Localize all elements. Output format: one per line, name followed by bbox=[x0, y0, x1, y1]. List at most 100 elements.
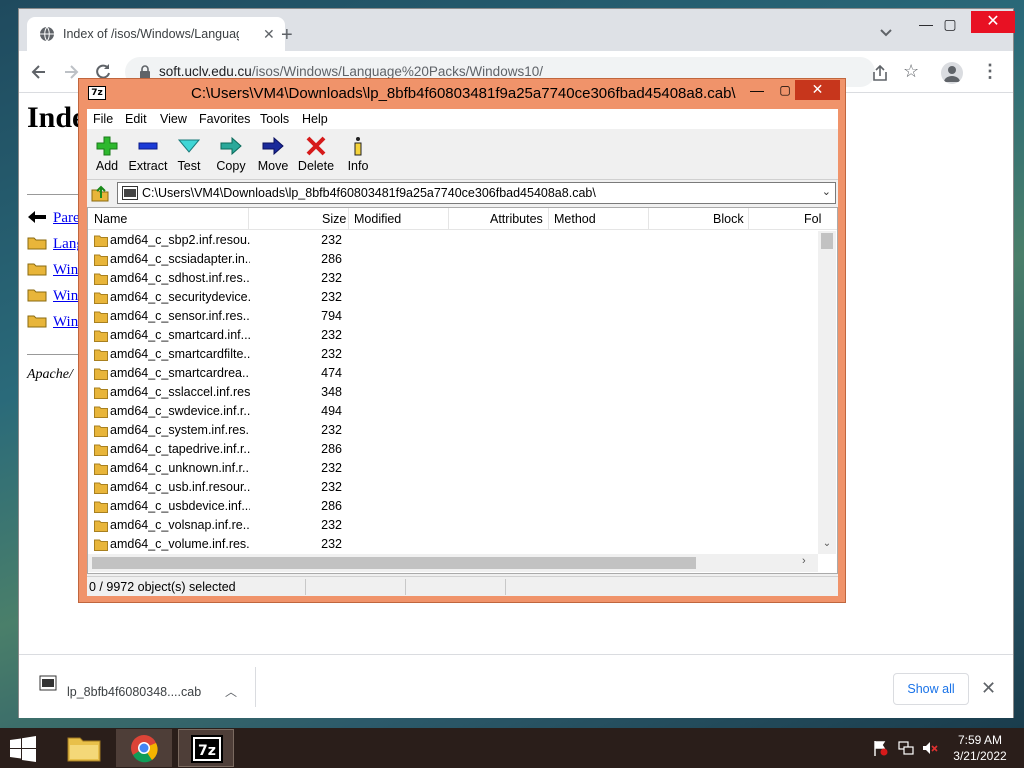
close-icon[interactable]: ✕ bbox=[981, 679, 996, 697]
list-item[interactable]: amd64_c_sbp2.inf.resou... 232 bbox=[88, 231, 818, 250]
column-separator[interactable] bbox=[248, 208, 249, 230]
directory-link[interactable]: Win bbox=[27, 313, 78, 333]
list-item[interactable]: amd64_c_swdevice.inf.r... 494 bbox=[88, 402, 818, 421]
test-button[interactable]: Test bbox=[167, 134, 211, 178]
list-item[interactable]: amd64_c_usbdevice.inf.... 286 bbox=[88, 497, 818, 516]
list-item[interactable]: amd64_c_sslaccel.inf.res... 348 bbox=[88, 383, 818, 402]
list-item[interactable]: amd64_c_system.inf.res... 232 bbox=[88, 421, 818, 440]
menu-bar: File Edit View Favorites Tools Help bbox=[87, 109, 838, 129]
chevron-up-icon[interactable]: ︿ bbox=[225, 683, 237, 700]
file-name: amd64_c_tapedrive.inf.r... bbox=[110, 442, 250, 456]
column-modified[interactable]: Modified bbox=[354, 212, 401, 226]
info-button[interactable]: Info bbox=[336, 134, 380, 178]
column-attributes[interactable]: Attributes bbox=[490, 212, 543, 226]
directory-link[interactable]: Lang bbox=[27, 235, 84, 255]
file-list[interactable]: Name Size Modified Attributes Method Blo… bbox=[87, 207, 838, 574]
path-text: C:\Users\VM4\Downloads\lp_8bfb4f60803481… bbox=[142, 186, 596, 200]
7zip-app-icon[interactable]: 7z bbox=[88, 86, 106, 100]
file-name: amd64_c_usbdevice.inf.... bbox=[110, 499, 250, 513]
back-arrow-icon[interactable] bbox=[29, 62, 49, 82]
new-tab-icon[interactable]: + bbox=[281, 25, 293, 45]
maximize-button[interactable]: ▢ bbox=[935, 13, 965, 37]
list-item[interactable]: amd64_c_volsnap.inf.re... 232 bbox=[88, 516, 818, 535]
menu-favorites[interactable]: Favorites bbox=[199, 112, 250, 126]
move-button[interactable]: Move bbox=[251, 134, 295, 178]
show-all-button[interactable]: Show all bbox=[893, 673, 969, 705]
list-item[interactable]: amd64_c_sdhost.inf.res... 232 bbox=[88, 269, 818, 288]
download-item-name[interactable]: lp_8bfb4f6080348....cab bbox=[67, 685, 201, 699]
network-icon[interactable] bbox=[898, 740, 914, 756]
clock-date[interactable]: 3/21/2022 bbox=[950, 749, 1010, 763]
volume-muted-icon[interactable] bbox=[922, 740, 938, 756]
lock-icon[interactable] bbox=[139, 65, 151, 79]
folder-icon bbox=[94, 254, 108, 266]
copy-button[interactable]: Copy bbox=[209, 134, 253, 178]
scroll-right-icon[interactable]: › bbox=[802, 555, 806, 567]
checkmark-icon bbox=[178, 139, 200, 153]
column-separator[interactable] bbox=[448, 208, 449, 230]
column-name[interactable]: Name bbox=[94, 212, 127, 226]
list-item[interactable]: amd64_c_smartcardfilte... 232 bbox=[88, 345, 818, 364]
bookmark-star-icon[interactable]: ☆ bbox=[903, 61, 919, 81]
delete-button[interactable]: Delete bbox=[294, 134, 338, 178]
menu-help[interactable]: Help bbox=[302, 112, 328, 126]
folder-icon bbox=[94, 235, 108, 247]
list-item[interactable]: amd64_c_smartcardrea... 474 bbox=[88, 364, 818, 383]
chevron-down-icon[interactable]: ⌄ bbox=[822, 185, 831, 198]
vertical-scrollbar[interactable]: ⌄ bbox=[818, 231, 836, 554]
scroll-down-icon[interactable]: ⌄ bbox=[818, 538, 836, 554]
windows-start-icon[interactable] bbox=[8, 736, 38, 762]
column-size[interactable]: Size bbox=[322, 212, 346, 226]
info-icon bbox=[354, 137, 362, 156]
kebab-menu-icon[interactable]: ⋮ bbox=[981, 61, 999, 81]
url-host: soft.uclv.edu.cu bbox=[159, 64, 252, 79]
column-block[interactable]: Block bbox=[713, 212, 744, 226]
browser-tab[interactable]: Index of /isos/Windows/Languag ✕ bbox=[27, 17, 285, 51]
extract-button[interactable]: Extract bbox=[126, 134, 170, 178]
column-separator[interactable] bbox=[548, 208, 549, 230]
list-item[interactable]: amd64_c_sensor.inf.res... 794 bbox=[88, 307, 818, 326]
7zip-titlebar[interactable]: 7z C:\Users\VM4\Downloads\lp_8bfb4f60803… bbox=[79, 79, 845, 107]
add-button[interactable]: Add bbox=[85, 134, 129, 178]
taskbar-file-explorer[interactable] bbox=[56, 729, 112, 767]
close-button[interactable]: ✕ bbox=[795, 80, 840, 100]
tab-close-icon[interactable]: ✕ bbox=[263, 25, 275, 43]
list-item[interactable]: amd64_c_securitydevice... 232 bbox=[88, 288, 818, 307]
directory-link[interactable]: Win bbox=[27, 261, 78, 281]
7zip-client-area: File Edit View Favorites Tools Help Add … bbox=[87, 109, 838, 596]
list-item[interactable]: amd64_c_volume.inf.res... 232 bbox=[88, 535, 818, 554]
list-item[interactable]: amd64_c_tapedrive.inf.r... 286 bbox=[88, 440, 818, 459]
minimize-button[interactable]: — bbox=[743, 81, 771, 101]
action-center-flag-icon[interactable] bbox=[872, 740, 888, 756]
folder-icon bbox=[94, 349, 108, 361]
column-folders[interactable]: Fol bbox=[804, 212, 821, 226]
column-method[interactable]: Method bbox=[554, 212, 596, 226]
menu-tools[interactable]: Tools bbox=[260, 112, 289, 126]
taskbar-chrome[interactable] bbox=[116, 729, 172, 767]
path-combobox[interactable]: C:\Users\VM4\Downloads\lp_8bfb4f60803481… bbox=[117, 182, 836, 204]
list-item[interactable]: amd64_c_unknown.inf.r... 232 bbox=[88, 459, 818, 478]
clock-time[interactable]: 7:59 AM bbox=[950, 733, 1010, 747]
menu-file[interactable]: File bbox=[93, 112, 113, 126]
folder-icon bbox=[27, 289, 47, 302]
column-separator[interactable] bbox=[348, 208, 349, 230]
horizontal-scrollbar[interactable]: › bbox=[88, 554, 818, 572]
menu-view[interactable]: View bbox=[160, 112, 187, 126]
menu-edit[interactable]: Edit bbox=[125, 112, 147, 126]
file-rows: amd64_c_sbp2.inf.resou... 232 amd64_c_scsi… bbox=[88, 231, 818, 554]
close-button[interactable]: ✕ bbox=[971, 11, 1015, 33]
list-item[interactable]: amd64_c_scsiadapter.in... 286 bbox=[88, 250, 818, 269]
share-icon[interactable] bbox=[871, 64, 889, 82]
taskbar-7zip[interactable]: 7z bbox=[178, 729, 234, 767]
scrollbar-thumb[interactable] bbox=[92, 557, 696, 569]
list-item[interactable]: amd64_c_usb.inf.resour... 232 bbox=[88, 478, 818, 497]
tab-search-chevron-icon[interactable] bbox=[877, 27, 895, 39]
column-separator[interactable] bbox=[648, 208, 649, 230]
list-item[interactable]: amd64_c_smartcard.inf.... 232 bbox=[88, 326, 818, 345]
profile-avatar-icon[interactable] bbox=[941, 62, 963, 84]
scrollbar-thumb[interactable] bbox=[821, 233, 833, 249]
up-folder-icon[interactable] bbox=[91, 184, 109, 202]
column-separator[interactable] bbox=[748, 208, 749, 230]
directory-link[interactable]: Win bbox=[27, 287, 78, 307]
parent-directory-link[interactable]: Pare bbox=[27, 209, 80, 229]
